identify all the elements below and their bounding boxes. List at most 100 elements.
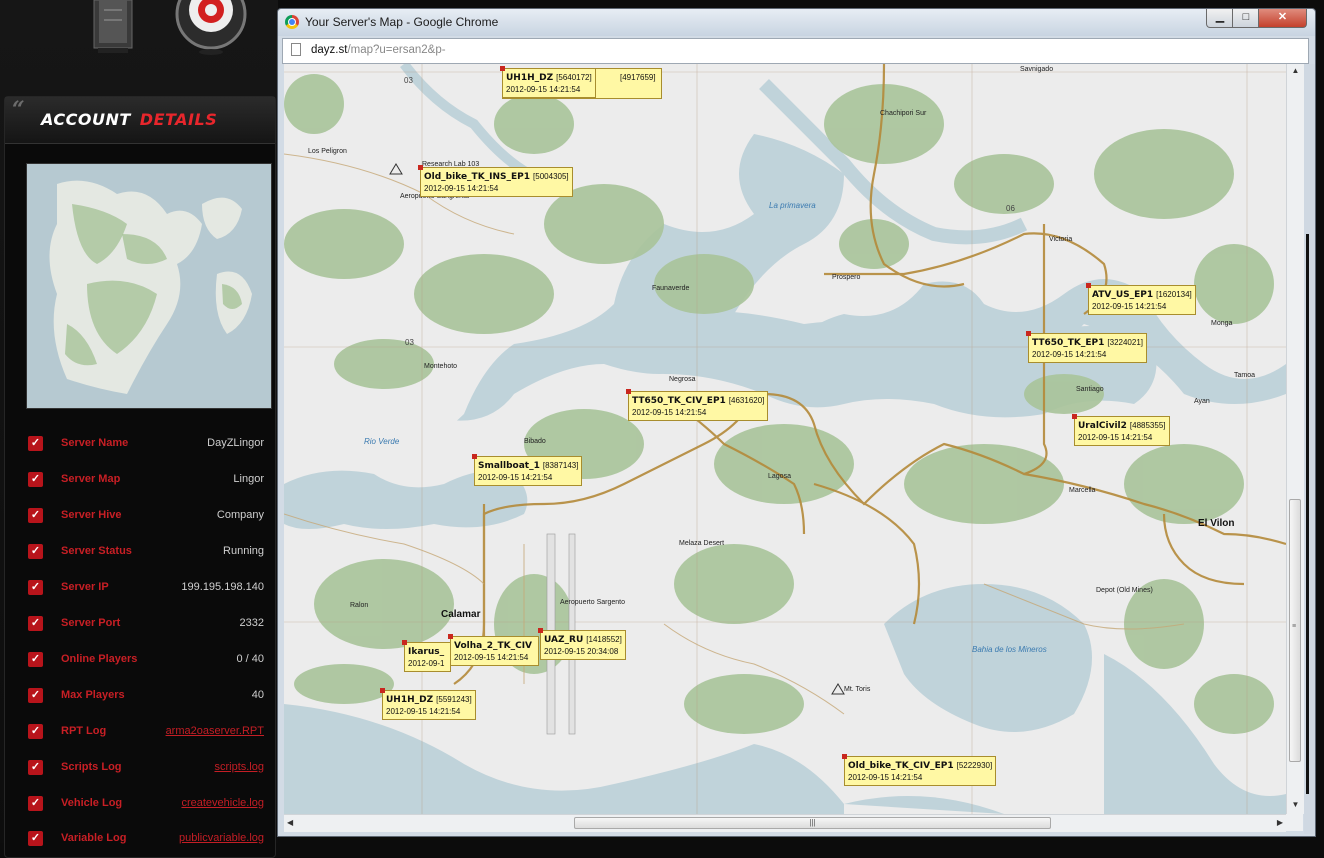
vehicle-time: 2012-09-1 [408,659,445,668]
server-hive-label: Server Hive [61,509,122,521]
vehicle-id: [4917659] [620,73,656,82]
vehicle-marker[interactable]: Old_bike_TK_CIV_EP1 [5222930] 2012-09-15 … [841,754,997,786]
vehicle-name: Volha_2_TK_CIV [454,641,533,651]
detail-row-server-map: ✓ Server Map Lingor [28,470,264,490]
server-hive-value: Company [216,509,264,521]
detail-row-max-players: ✓ Max Players 40 [28,686,264,706]
map-grid-number: 03 [404,76,413,85]
map-grid-number: 06 [1006,204,1015,213]
vehicle-marker[interactable]: UAZ_RU [1418552] 2012-09-15 20:34:08 [538,628,626,660]
vehicle-marker[interactable]: TT650_TK_EP1 [3224021] 2012-09-15 14:21:5… [1026,331,1147,363]
checkmark-icon: ✓ [28,544,43,559]
vehicle-marker[interactable]: Ikarus_ 2012-09-1 [401,640,452,672]
vehicle-time: 2012-09-15 14:21:54 [454,653,529,662]
vehicle-time: 2012-09-15 14:21:54 [1078,433,1153,442]
horizontal-scrollbar[interactable]: ◀ ||| ▶ [284,814,1286,832]
vertical-scroll-thumb[interactable]: ≡ [1289,499,1301,762]
map-city-label: Calamar [441,609,481,620]
vehicle-id: [3224021] [1107,338,1143,347]
vehicle-time: 2012-09-15 14:21:54 [424,184,499,193]
checkmark-icon: ✓ [28,724,43,739]
vehicle-marker[interactable]: Old_bike_TK_INS_EP1 [5004305] 2012-09-15 … [418,165,573,197]
vehicle-time: 2012-09-15 14:21:54 [632,408,707,417]
detail-row-scripts-log: ✓ Scripts Log scripts.log [28,758,264,778]
vehicle-marker[interactable]: Smallboat_1 [8387143] 2012-09-15 14:21:54 [471,454,583,486]
close-button[interactable]: ✕ [1258,9,1307,28]
vehicle-marker[interactable]: UH1H_DZ [5591243] 2012-09-15 14:21:54 [380,688,476,720]
vehicle-time: 2012-09-15 14:21:54 [478,473,553,482]
horizontal-scroll-thumb[interactable]: ||| [574,817,1051,829]
minimize-button[interactable]: ▁ [1206,9,1234,28]
map-town-label: Mt. Toris [844,686,871,693]
vehicle-time: 2012-09-15 14:21:54 [386,707,461,716]
map-town-label: Negrosa [669,376,696,383]
url-text[interactable]: dayz.st/map?u=ersan2&p- [311,44,446,56]
scripts-log-link[interactable]: scripts.log [214,761,264,773]
max-players-label: Max Players [61,689,125,701]
vehicle-log-label: Vehicle Log [61,797,123,809]
vertical-scrollbar[interactable]: ▲ ≡ ▼ [1286,64,1304,814]
vehicle-name: UH1H_DZ [386,695,434,705]
detail-row-server-port: ✓ Server Port 2332 [28,614,264,634]
online-players-value: 0 / 40 [236,653,264,665]
vehicle-name: Old_bike_TK_INS_EP1 [424,172,531,182]
vehicle-marker[interactable]: TT650_TK_CIV_EP1 [4631620] 2012-09-15 14:… [625,389,769,421]
server-map-label: Server Map [61,473,121,485]
address-bar[interactable]: dayz.st/map?u=ersan2&p- [282,38,1309,64]
window-titlebar[interactable]: Your Server's Map - Google Chrome ▁ □ ✕ [278,9,1315,36]
checkmark-icon: ✓ [28,436,43,451]
window-title: Your Server's Map - Google Chrome [305,15,499,29]
maximize-button[interactable]: □ [1232,9,1260,28]
checkmark-icon: ✓ [28,616,43,631]
url-host: dayz.st [311,44,348,56]
map-town-label: Melaza Desert [679,540,725,547]
grip-icon: ≡ [1292,623,1297,630]
scrollbar-corner [1286,814,1303,831]
vehicle-log-link[interactable]: createvehicle.log [181,797,264,809]
detail-row-server-ip: ✓ Server IP 199.195.198.140 [28,578,264,598]
vehicle-name: TT650_TK_EP1 [1032,338,1105,348]
map-water-label: La primavera [769,201,816,210]
map-town-label: Depot (Old Mines) [1096,587,1153,594]
detail-row-online-players: ✓ Online Players 0 / 40 [28,650,264,670]
vehicle-name: TT650_TK_CIV_EP1 [632,396,726,406]
vehicle-time: 2012-09-15 20:34:08 [544,647,619,656]
detail-row-rpt-log: ✓ RPT Log arma2oaserver.RPT [28,722,264,742]
variable-log-link[interactable]: publicvariable.log [179,832,264,844]
server-map-value: Lingor [233,473,264,485]
grip-icon: ||| [809,818,816,827]
checkmark-icon: ✓ [28,831,43,846]
mini-map[interactable] [26,163,272,409]
vehicle-time: 2012-09-15 14:21:54 [1032,350,1107,359]
scroll-up-arrow-icon[interactable]: ▲ [1287,66,1304,78]
vehicle-name: UH1H_DZ [506,73,554,83]
vehicle-marker[interactable]: UralCivil2 [4885355] 2012-09-15 14:21:54 [1072,414,1170,446]
map-town-label: Tamoa [1234,372,1256,379]
scroll-left-arrow-icon[interactable]: ◀ [287,818,293,827]
scroll-right-arrow-icon[interactable]: ▶ [1277,818,1283,827]
url-path: /map?u=ersan2&p- [347,44,446,56]
map-town-label: Chachipori Sur [880,110,927,117]
vehicle-marker[interactable]: ATV_US_EP1 [1620134] 2012-09-15 14:21:54 [1086,283,1196,315]
vehicle-marker[interactable]: Volha_2_TK_CIV 2012-09-15 14:21:54 [447,634,540,666]
map-town-label: Savnigado [1020,66,1054,73]
map-town-label: Santiago [1076,386,1104,393]
map-water-label: Bahia de los Mineros [972,645,1047,654]
vehicle-name: UralCivil2 [1078,421,1127,431]
map-town-label: Monga [1211,320,1233,327]
vehicle-marker[interactable]: UH1H_DZ [5640172] 2012-09-15 14:21:54 [500,66,596,98]
window-edge-shadow [1306,234,1309,794]
vehicle-name: Smallboat_1 [478,461,540,471]
scroll-down-arrow-icon[interactable]: ▼ [1287,800,1304,812]
panel-header: “ ACCOUNT DETAILS [5,97,275,144]
detail-row-server-name: ✓ Server Name DayZLingor [28,434,264,454]
server-map[interactable]: Los Peligron Research Lab 103 Aeropuerto… [284,64,1286,814]
map-city-label: El Vilon [1198,518,1235,529]
detail-row-vehicle-log: ✓ Vehicle Log createvehicle.log [28,794,264,814]
map-town-label: Ayan [1194,398,1210,405]
vehicle-id: [5004305] [533,172,569,181]
power-button-icon[interactable] [172,0,250,58]
rpt-log-link[interactable]: arma2oaserver.RPT [166,725,264,737]
server-tower-icon[interactable] [84,0,140,56]
map-town-label: Bibado [524,438,546,445]
